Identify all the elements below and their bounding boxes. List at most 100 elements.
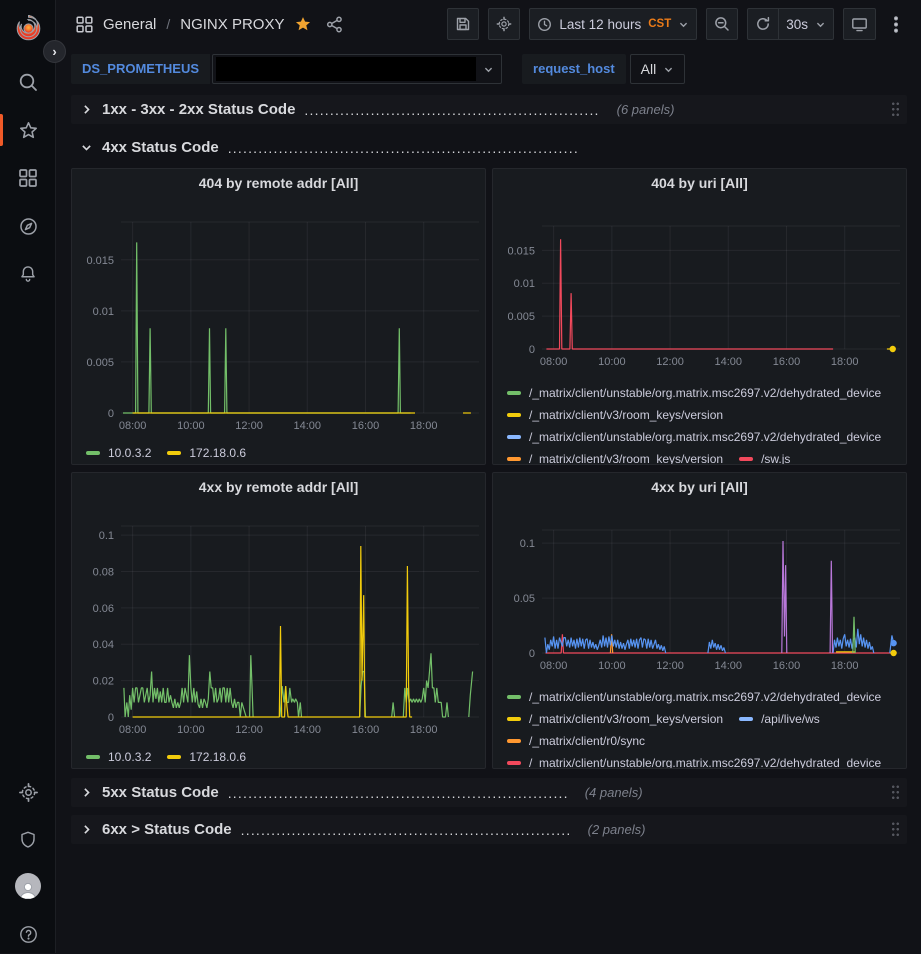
starred-dashboards-icon[interactable] bbox=[0, 110, 56, 150]
svg-text:0.06: 0.06 bbox=[93, 603, 114, 615]
legend-item[interactable]: 172.18.0.6 bbox=[167, 445, 246, 461]
legend-item[interactable]: /_matrix/client/unstable/org.matrix.msc2… bbox=[507, 689, 881, 705]
zoom-out-time-button[interactable] bbox=[706, 8, 738, 40]
refresh-group: 30s bbox=[747, 8, 834, 40]
favorite-star-icon[interactable] bbox=[294, 15, 312, 33]
panel-4xx-by-uri: 4xx by uri [All] 00.050.108:0010:0012:00… bbox=[492, 472, 907, 769]
dashboards-icon[interactable] bbox=[0, 158, 56, 198]
panel-title[interactable]: 404 by uri [All] bbox=[493, 169, 906, 197]
legend-swatch bbox=[86, 451, 100, 455]
toolbar: Last 12 hours CST 30s bbox=[447, 8, 907, 40]
legend-item[interactable]: /api/live/ws bbox=[739, 711, 820, 727]
explore-compass-icon[interactable] bbox=[0, 206, 56, 246]
chevron-right-icon bbox=[80, 103, 93, 116]
row-title: 5xx Status Code bbox=[102, 784, 219, 801]
share-icon[interactable] bbox=[326, 16, 343, 33]
panel-legend: /_matrix/client/unstable/org.matrix.msc2… bbox=[493, 369, 906, 465]
time-range-picker[interactable]: Last 12 hours CST bbox=[529, 8, 697, 40]
legend-label: /_matrix/client/unstable/org.matrix.msc2… bbox=[529, 690, 881, 704]
row-panel-count: (2 panels) bbox=[588, 822, 646, 837]
breadcrumb-separator: / bbox=[166, 16, 170, 32]
svg-text:14:00: 14:00 bbox=[715, 356, 743, 368]
svg-text:0: 0 bbox=[529, 648, 535, 660]
refresh-interval-dropdown[interactable]: 30s bbox=[778, 8, 834, 40]
user-avatar[interactable] bbox=[0, 866, 56, 906]
alerting-bell-icon[interactable] bbox=[0, 254, 56, 294]
row-5xx[interactable]: 5xx Status Code ........................… bbox=[71, 778, 907, 807]
row-drag-handle[interactable] bbox=[891, 821, 900, 838]
legend-item[interactable]: /_matrix/client/unstable/org.matrix.msc2… bbox=[507, 385, 881, 401]
search-icon[interactable] bbox=[0, 62, 56, 102]
row-4xx[interactable]: 4xx Status Code ........................… bbox=[71, 133, 907, 162]
legend-item[interactable]: /_matrix/client/v3/room_keys/version bbox=[507, 407, 723, 423]
legend-item[interactable]: /_matrix/client/v3/room_keys/version bbox=[507, 711, 723, 727]
help-icon[interactable] bbox=[0, 914, 56, 954]
svg-text:12:00: 12:00 bbox=[656, 356, 684, 368]
legend-item[interactable]: /_matrix/client/unstable/org.matrix.msc2… bbox=[507, 429, 881, 445]
datasource-variable-label[interactable]: DS_PROMETHEUS bbox=[71, 54, 210, 84]
legend-item[interactable]: 10.0.3.2 bbox=[86, 445, 151, 461]
expand-sidebar-button[interactable]: › bbox=[43, 40, 66, 63]
svg-text:10:00: 10:00 bbox=[598, 660, 626, 672]
row-title: 6xx > Status Code bbox=[102, 821, 232, 838]
sidebar: › bbox=[0, 0, 56, 953]
panel-title[interactable]: 404 by remote addr [All] bbox=[72, 169, 485, 197]
legend-item[interactable]: /_matrix/client/unstable/org.matrix.msc2… bbox=[507, 755, 881, 769]
row-title: 4xx Status Code bbox=[102, 139, 219, 156]
top-nav: General / NGINX PROXY bbox=[56, 0, 921, 48]
svg-text:0.015: 0.015 bbox=[507, 245, 535, 257]
tv-mode-button[interactable] bbox=[843, 8, 876, 40]
panel-404-by-uri: 404 by uri [All] 00.0050.010.01508:0010:… bbox=[492, 168, 907, 465]
server-admin-shield-icon[interactable] bbox=[0, 820, 56, 860]
apps-grid-icon[interactable] bbox=[76, 16, 93, 33]
legend-item[interactable]: /_matrix/client/v3/room_keys/version bbox=[507, 451, 723, 465]
datasource-variable-dropdown[interactable] bbox=[212, 54, 502, 84]
svg-text:14:00: 14:00 bbox=[294, 724, 322, 736]
row-1xx-3xx-2xx[interactable]: 1xx - 3xx - 2xx Status Code ............… bbox=[71, 95, 907, 124]
row-title: 1xx - 3xx - 2xx Status Code bbox=[102, 101, 295, 118]
host-variable-dropdown[interactable]: All bbox=[630, 54, 686, 84]
breadcrumb: General / NGINX PROXY bbox=[76, 8, 343, 40]
chevron-down-icon bbox=[80, 141, 93, 154]
chevron-right-icon bbox=[80, 786, 93, 799]
refresh-button[interactable] bbox=[747, 8, 779, 40]
timezone-label: CST bbox=[648, 18, 671, 30]
panel-title[interactable]: 4xx by remote addr [All] bbox=[72, 473, 485, 501]
row-drag-handle[interactable] bbox=[891, 101, 900, 118]
kebab-menu-button[interactable] bbox=[885, 8, 907, 40]
svg-text:12:00: 12:00 bbox=[235, 420, 263, 432]
redacted-value bbox=[216, 57, 476, 81]
host-variable-label[interactable]: request_host bbox=[522, 54, 626, 84]
legend-item[interactable]: /_matrix/client/r0/sync bbox=[507, 733, 645, 749]
timeseries-chart: 00.0050.010.01508:0010:0012:0014:0016:00… bbox=[493, 197, 906, 369]
breadcrumb-dashboard-title[interactable]: NGINX PROXY bbox=[180, 16, 284, 33]
row-6xx[interactable]: 6xx > Status Code ......................… bbox=[71, 815, 907, 844]
row-dots: ........................................… bbox=[228, 785, 568, 801]
svg-text:16:00: 16:00 bbox=[773, 356, 801, 368]
legend-swatch bbox=[507, 717, 521, 721]
panel-title[interactable]: 4xx by uri [All] bbox=[493, 473, 906, 501]
legend-label: /sw.js bbox=[761, 452, 790, 465]
panel-legend: /_matrix/client/unstable/org.matrix.msc2… bbox=[493, 673, 906, 769]
legend-label: 10.0.3.2 bbox=[108, 750, 151, 764]
legend-swatch bbox=[507, 435, 521, 439]
settings-gear-icon[interactable] bbox=[0, 772, 56, 812]
svg-text:10:00: 10:00 bbox=[177, 724, 205, 736]
legend-item[interactable]: 172.18.0.6 bbox=[167, 749, 246, 765]
legend-swatch bbox=[507, 695, 521, 699]
breadcrumb-section[interactable]: General bbox=[103, 16, 156, 33]
svg-text:18:00: 18:00 bbox=[410, 724, 438, 736]
legend-swatch bbox=[507, 391, 521, 395]
svg-text:0.01: 0.01 bbox=[514, 278, 535, 290]
submenu-variables: DS_PROMETHEUS request_host All bbox=[56, 48, 921, 92]
svg-text:18:00: 18:00 bbox=[831, 660, 859, 672]
dashboard-settings-button[interactable] bbox=[488, 8, 520, 40]
save-dashboard-button[interactable] bbox=[447, 8, 479, 40]
chevron-right-icon bbox=[80, 823, 93, 836]
legend-item[interactable]: 10.0.3.2 bbox=[86, 749, 151, 765]
legend-item[interactable]: /sw.js bbox=[739, 451, 790, 465]
panel-legend: 10.0.3.2 172.18.0.6 bbox=[72, 739, 485, 769]
row-drag-handle[interactable] bbox=[891, 784, 900, 801]
timeseries-chart: 00.020.040.060.080.108:0010:0012:0014:00… bbox=[72, 501, 485, 739]
row-panel-count: (6 panels) bbox=[617, 102, 675, 117]
